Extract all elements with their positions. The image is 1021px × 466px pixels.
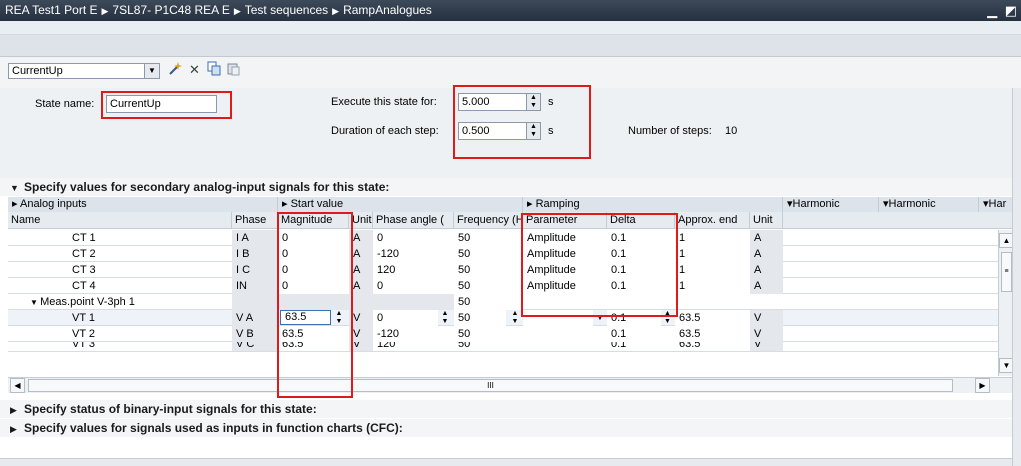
collapse-icon: ▸ — [282, 198, 291, 210]
copy-icon[interactable] — [206, 61, 223, 78]
highlight-box — [521, 213, 678, 317]
spinner-icon[interactable]: ▲ ▼ — [526, 94, 540, 110]
num-steps-label: Number of steps: — [628, 125, 712, 137]
section-cfc-inputs[interactable]: ▶ Specify values for signals used as inpu… — [0, 419, 1012, 437]
page-horizontal-scrollbar[interactable] — [0, 458, 1012, 466]
chevron-right-icon: ▶ — [101, 6, 109, 16]
horizontal-scrollbar[interactable]: ◀ III ▶ — [8, 377, 1014, 393]
section-binary-title: Specify status of binary-input signals f… — [24, 402, 317, 416]
num-steps-value: 10 — [725, 125, 738, 137]
expand-down-icon[interactable]: ▼ — [10, 179, 24, 197]
section-analog-inputs[interactable]: ▼ Specify values for secondary analog-inp… — [0, 178, 1012, 196]
table-row[interactable]: CT 1 I A 0 A 0 50 Amplitude 0.1 1 A — [8, 230, 1014, 246]
chevron-right-icon: ▶ — [233, 6, 241, 16]
scroll-thumb-horizontal[interactable]: III — [28, 379, 953, 392]
execute-duration-value: 5.000 — [462, 96, 490, 108]
col-header-approx-end[interactable]: Approx. end — [675, 212, 750, 229]
scroll-right-icon[interactable]: ▶ — [975, 378, 990, 393]
table-row[interactable]: VT 2 V B 63.5 V -120 50 0.1 63.5 V — [8, 326, 1014, 342]
group-header-harmonic-2[interactable]: ▾Harmonic — [879, 197, 979, 212]
scroll-thumb[interactable]: ≡ — [1001, 252, 1012, 292]
col-header-filler — [783, 212, 1014, 229]
group-header-start-value[interactable]: ▸ Start value — [278, 197, 523, 212]
breadcrumb-test-sequences[interactable]: Test sequences — [245, 3, 328, 17]
spinner-icon[interactable]: ▲ ▼ — [526, 123, 540, 139]
section-analog-title: Specify values for secondary analog-inpu… — [24, 180, 390, 194]
execute-duration-input[interactable]: 5.000 ▲ ▼ — [458, 93, 541, 111]
table-row-selected[interactable]: VT 1 V A 63.5 ▲ ▼ V 0 ▲ ▼ 50 ▲ ▼ ▼ 0.1 ▲ ▼ 6… — [8, 310, 1014, 326]
group-header-analog-inputs[interactable]: ▸ Analog inputs — [8, 197, 278, 212]
group-header-harmonic-3[interactable]: ▾Har — [979, 197, 1014, 212]
analog-grid: ▸ Analog inputs ▸ Start value ▸ Ramping … — [8, 197, 1014, 394]
collapse-icon: ▸ — [12, 198, 20, 210]
title-bar: REA Test1 Port E ▶ 7SL87- P1C48 REA E ▶ Test… — [0, 0, 1021, 21]
breadcrumb-project[interactable]: REA Test1 Port E — [5, 3, 98, 17]
col-header-phase[interactable]: Phase — [232, 212, 278, 229]
table-row[interactable]: CT 3 I C 0 A 120 50 Amplitude 0.1 1 A — [8, 262, 1014, 278]
duration-label: Duration of each step: — [331, 125, 439, 137]
execute-label: Execute this state for: — [331, 96, 437, 108]
group-header-ramping[interactable]: ▸ Ramping — [523, 197, 783, 212]
col-header-unit-2[interactable]: Unit — [750, 212, 783, 229]
dropdown-arrow-icon[interactable]: ▼ — [144, 64, 159, 78]
table-row-partial[interactable]: VT 3 V C 63.5 V 120 50 0.1 63.5 V — [8, 342, 1014, 352]
scroll-left-icon[interactable]: ◀ — [10, 378, 25, 393]
duration-unit: s — [548, 125, 554, 137]
state-name-label: State name: — [35, 98, 95, 110]
subheader-bar — [0, 21, 1021, 35]
paste-icon[interactable] — [225, 61, 242, 78]
breadcrumb-current: RampAnalogues — [343, 3, 432, 17]
expand-right-icon[interactable]: ▶ — [10, 420, 24, 438]
spinner-icon[interactable]: ▲ ▼ — [438, 310, 452, 326]
window-controls[interactable]: ▁ ◩ ▬ ✕ — [981, 0, 1021, 39]
table-row-group[interactable]: ▼ Meas.point V-3ph 1 50 — [8, 294, 1014, 310]
collapse-icon: ▸ — [527, 198, 536, 210]
step-duration-input[interactable]: 0.500 ▲ ▼ — [458, 122, 541, 140]
chevron-right-icon: ▶ — [332, 6, 340, 16]
execute-unit: s — [548, 96, 554, 108]
state-name-input[interactable]: CurrentUp — [106, 95, 217, 113]
table-row[interactable]: CT 4 IN 0 A 0 50 Amplitude 0.1 1 A — [8, 278, 1014, 294]
highlight-box — [277, 212, 353, 398]
col-header-phase-angle[interactable]: Phase angle ( — [373, 212, 454, 229]
delete-icon[interactable]: ✕ — [186, 61, 203, 78]
table-row[interactable]: CT 2 I B 0 A -120 50 Amplitude 0.1 1 A — [8, 246, 1014, 262]
col-header-name[interactable]: Name — [8, 212, 232, 229]
state-select-value: CurrentUp — [12, 65, 63, 77]
state-select[interactable]: CurrentUp ▼ — [8, 63, 160, 79]
expand-right-icon[interactable]: ▶ — [10, 401, 24, 419]
subheader-bar-2 — [0, 35, 1021, 57]
spinner-icon[interactable]: ▲ ▼ — [508, 310, 522, 326]
group-header-harmonic-1[interactable]: ▾Harmonic — [783, 197, 879, 212]
page-vertical-scrollbar[interactable] — [1012, 88, 1021, 466]
new-state-icon[interactable] — [167, 61, 184, 78]
step-duration-value: 0.500 — [462, 125, 490, 137]
col-header-frequency[interactable]: Frequency (H — [454, 212, 523, 229]
section-cfc-title: Specify values for signals used as input… — [24, 421, 403, 435]
breadcrumb-device[interactable]: 7SL87- P1C48 REA E — [112, 3, 229, 17]
section-binary-inputs[interactable]: ▶ Specify status of binary-input signals … — [0, 400, 1012, 418]
expand-down-icon[interactable]: ▼ — [30, 298, 40, 307]
